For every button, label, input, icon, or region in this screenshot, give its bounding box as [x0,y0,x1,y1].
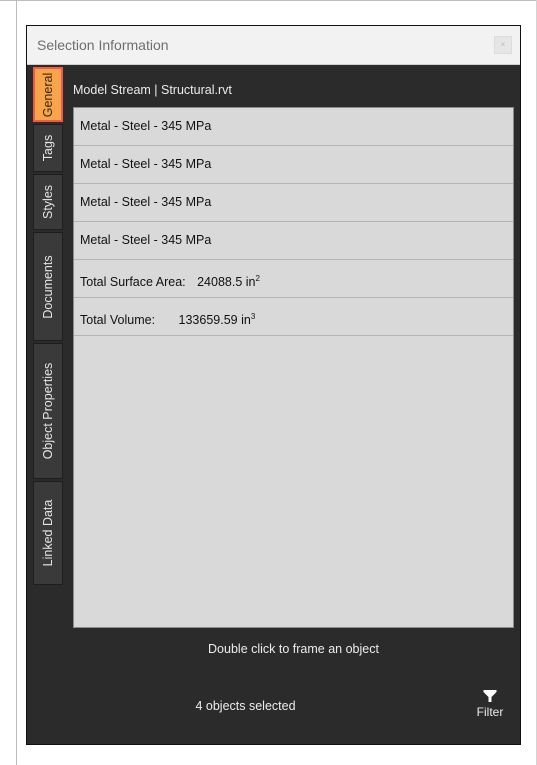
surface-area-exponent: 2 [255,274,260,283]
volume-value: 133659.59 in3 [179,298,256,339]
filter-button[interactable]: Filter [470,689,510,719]
surface-area-label: Total Surface Area: [80,275,186,290]
filter-label: Filter [476,705,504,719]
total-volume-row[interactable]: Total Volume: 133659.59 in3 [74,298,513,336]
volume-number: 133659.59 in [178,313,251,328]
list-item-label: Metal - Steel - 345 MPa [80,119,212,133]
tab-linked-data-label: Linked Data [41,499,55,567]
panel-titlebar[interactable]: Selection Information × [27,26,520,65]
surface-area-number: 24088.5 in [197,275,256,290]
model-stream-file-label: Model Stream | Structural.rvt [73,83,232,97]
tab-styles[interactable]: Styles [33,174,63,230]
tab-object-properties[interactable]: Object Properties [33,343,63,479]
tab-documents[interactable]: Documents [33,232,63,341]
list-item-label: Metal - Steel - 345 MPa [80,233,212,247]
panel-title: Selection Information [37,37,169,53]
tab-general-label: General [41,72,55,117]
list-item-label: Metal - Steel - 345 MPa [80,195,212,209]
selection-status-text: 4 objects selected [195,699,296,713]
total-surface-area-row[interactable]: Total Surface Area: 24088.5 in2 [74,260,513,298]
host-border-left [16,0,17,765]
list-item-label: Metal - Steel - 345 MPa [80,157,212,171]
close-button[interactable]: × [494,36,512,54]
funnel-icon [483,690,497,702]
volume-label: Total Volume: [80,313,156,328]
selection-information-panel: Selection Information × General Tags Sty… [26,25,521,745]
general-content: Model Stream | Structural.rvt Metal - St… [73,67,514,738]
list-item[interactable]: Metal - Steel - 345 MPa [74,184,513,222]
surface-area-value: 24088.5 in2 [197,260,260,301]
tab-linked-data[interactable]: Linked Data [33,481,63,585]
tab-documents-label: Documents [41,254,55,319]
tab-tags[interactable]: Tags [33,124,63,172]
tab-styles-label: Styles [41,184,55,220]
tab-object-properties-label: Object Properties [41,362,55,460]
host-border-top [0,0,537,1]
volume-exponent: 3 [250,312,256,321]
list-item[interactable]: Metal - Steel - 345 MPa [74,222,513,260]
tab-tags-label: Tags [41,134,55,162]
list-item[interactable]: Metal - Steel - 345 MPa [74,108,513,146]
list-item[interactable]: Metal - Steel - 345 MPa [74,146,513,184]
selection-list[interactable]: Metal - Steel - 345 MPa Metal - Steel - … [73,107,514,628]
frame-hint-text: Double click to frame an object [208,642,379,656]
tab-general[interactable]: General [33,67,63,122]
